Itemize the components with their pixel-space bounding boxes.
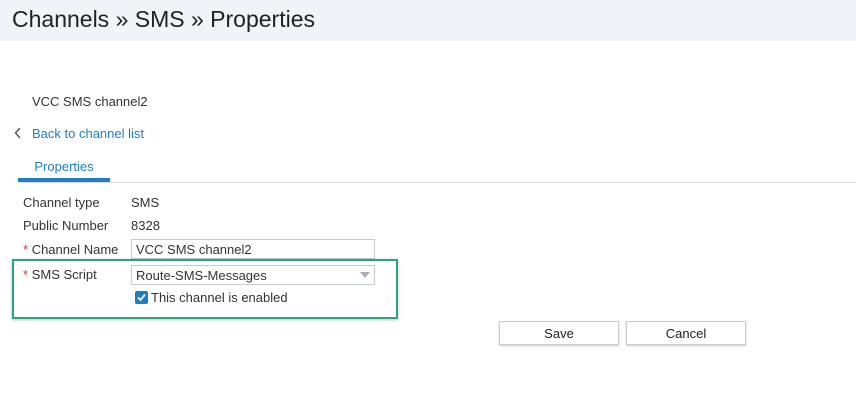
required-marker: * bbox=[23, 242, 29, 257]
channel-name-label-text: Channel Name bbox=[31, 242, 119, 257]
highlight-box bbox=[12, 259, 398, 319]
active-tab-indicator bbox=[18, 178, 110, 182]
tab-bar bbox=[18, 182, 856, 183]
page-title: Channels » SMS » Properties bbox=[12, 6, 315, 32]
chevron-left-icon bbox=[14, 127, 21, 139]
back-to-channel-list-link[interactable]: Back to channel list bbox=[14, 124, 144, 142]
save-button[interactable]: Save bbox=[499, 321, 619, 345]
back-link-label: Back to channel list bbox=[32, 125, 145, 141]
channel-name-input[interactable] bbox=[131, 239, 375, 259]
header-bar: Channels » SMS » Properties bbox=[0, 0, 856, 41]
public-number-label: Public Number bbox=[23, 218, 109, 233]
cancel-button[interactable]: Cancel bbox=[626, 321, 746, 345]
channel-name-label: * Channel Name bbox=[23, 242, 118, 257]
channel-type-label: Channel type bbox=[23, 195, 100, 210]
channel-name-heading: VCC SMS channel2 bbox=[32, 94, 148, 109]
channel-type-value: SMS bbox=[131, 195, 160, 210]
public-number-value: 8328 bbox=[131, 218, 160, 233]
